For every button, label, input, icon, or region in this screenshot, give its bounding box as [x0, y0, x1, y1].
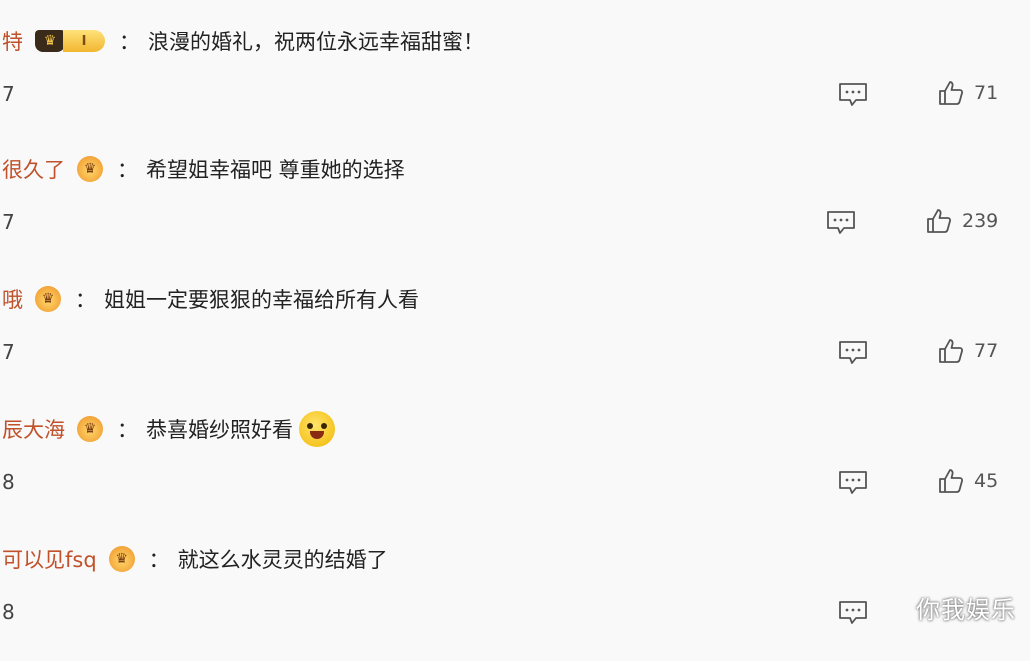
like-count: 45: [974, 470, 999, 492]
comment-header: 哦 ♛ ： 姐姐一定要狠狠的幸福给所有人看: [0, 276, 419, 322]
crown-badge-icon: ♛: [77, 416, 103, 442]
like-count: 71: [974, 82, 999, 104]
comment-item: 特 ♛ I ： 浪漫的婚礼，祝两位永远幸福甜蜜！ 7 71: [0, 18, 1030, 143]
reply-comment-icon[interactable]: [838, 470, 868, 496]
comment-username[interactable]: 哦: [0, 284, 23, 314]
separator-colon: ：: [117, 418, 138, 442]
crown-badge-icon: ♛: [108, 546, 135, 572]
watermark-text: 你我娱乐: [916, 596, 1016, 624]
like-count: 239: [962, 210, 999, 232]
like-button[interactable]: 71: [938, 80, 998, 106]
comment-footer: 8: [0, 596, 1030, 632]
reply-comment-icon[interactable]: [838, 600, 868, 626]
reply-comment-icon[interactable]: [838, 340, 868, 366]
comment-time: 8: [2, 470, 15, 494]
comment-time: 7: [2, 210, 15, 234]
comment-text: 恭喜婚纱照好看: [146, 418, 293, 442]
comment-text: 姐姐一定要狠狠的幸福给所有人看: [104, 288, 419, 312]
thumbs-up-icon: [939, 81, 964, 105]
comment-header: 特 ♛ I ： 浪漫的婚礼，祝两位永远幸福甜蜜！: [0, 18, 484, 64]
like-button[interactable]: 77: [938, 338, 998, 364]
comment-text: 浪漫的婚礼，祝两位永远幸福甜蜜！: [148, 30, 484, 54]
comment-username[interactable]: 很久了: [0, 154, 65, 184]
like-count: 77: [974, 340, 999, 362]
crown-icon: ♛: [35, 30, 65, 52]
comment-header: 辰大海 ♛ ： 恭喜婚纱照好看: [0, 406, 335, 452]
comment-header: 可以见fsq ♛ ： 就这么水灵灵的结婚了: [0, 536, 388, 582]
like-button[interactable]: 239: [926, 208, 998, 234]
comment-item: 很久了 ♛ ： 希望姐幸福吧 尊重她的选择 7 239: [0, 146, 1030, 271]
reply-comment-icon[interactable]: [826, 210, 856, 236]
separator-colon: ：: [148, 548, 170, 572]
comment-username[interactable]: 辰大海: [0, 414, 65, 444]
separator-colon: ：: [117, 158, 138, 182]
separator-colon: ：: [119, 30, 140, 54]
comment-username[interactable]: 可以见fsq: [0, 544, 97, 574]
crown-badge-icon: ♛: [77, 156, 103, 182]
like-button[interactable]: 45: [938, 468, 998, 494]
comment-text: 希望姐幸福吧 尊重她的选择: [146, 158, 405, 182]
badge-level: I: [63, 30, 105, 52]
thumbs-up-icon: [939, 339, 964, 363]
comment-footer: 8 45: [0, 466, 1030, 502]
comment-time: 8: [2, 600, 15, 624]
comment-item: 可以见fsq ♛ ： 就这么水灵灵的结婚了 8: [0, 536, 1030, 661]
comment-time: 7: [2, 340, 15, 364]
comment-footer: 7 239: [0, 206, 1030, 242]
thumbs-up-icon: [927, 209, 952, 233]
thumbs-up-icon: [939, 469, 964, 493]
reply-comment-icon[interactable]: [838, 82, 868, 108]
grinning-face-emoji-icon: [299, 411, 335, 447]
comment-item: 哦 ♛ ： 姐姐一定要狠狠的幸福给所有人看 7 77: [0, 276, 1030, 401]
comment-item: 辰大海 ♛ ： 恭喜婚纱照好看 8 45: [0, 406, 1030, 531]
comment-username[interactable]: 特: [0, 26, 23, 56]
comment-header: 很久了 ♛ ： 希望姐幸福吧 尊重她的选择: [0, 146, 405, 192]
comment-time: 7: [2, 82, 15, 106]
comment-footer: 7 71: [0, 78, 1030, 114]
separator-colon: ：: [75, 288, 96, 312]
vip-crown-badge-icon: ♛ I: [35, 30, 105, 52]
comment-footer: 7 77: [0, 336, 1030, 372]
comment-text: 就这么水灵灵的结婚了: [177, 548, 388, 572]
crown-badge-icon: ♛: [35, 286, 61, 312]
